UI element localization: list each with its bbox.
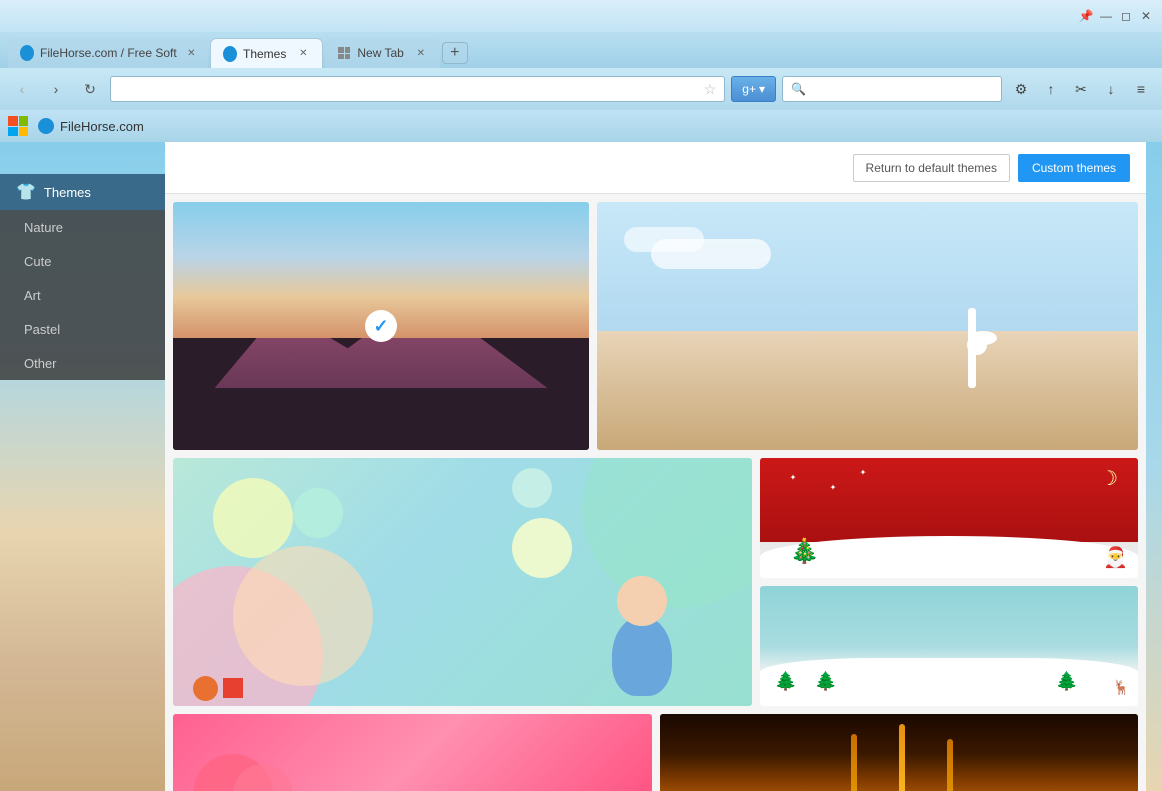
moon-icon: ☽ (1100, 466, 1118, 491)
tab-favicon-filehorse (20, 46, 34, 60)
theme-col-right: ☽ ✦ ✦ ✦ 🎄 🎅 🌲 🌲 🌲 (760, 458, 1138, 706)
ms-icon (8, 116, 28, 136)
sidebar-art-label: Art (24, 288, 41, 303)
brand-name: FileHorse.com (60, 119, 144, 134)
tab-favicon-themes (223, 47, 237, 61)
sidebar-item-themes[interactable]: 👕 Themes (0, 174, 165, 210)
themes-header: Return to default themes Custom themes (165, 142, 1146, 194)
main-area: 👕 Themes Nature Cute Art Pastel Other (0, 142, 1162, 791)
sidebar-item-other[interactable]: Other (0, 346, 165, 380)
bookmarks-bar: FileHorse.com (0, 110, 1162, 142)
tab-themes[interactable]: Themes ✕ (210, 38, 323, 68)
tab-label-newtab: New Tab (357, 46, 403, 60)
tab-filehorse[interactable]: FileHorse.com / Free Soft ✕ (8, 38, 208, 68)
theme-grid: ✓ (165, 194, 1146, 791)
menu-button[interactable]: ≡ (1128, 76, 1154, 102)
winter-tree-3: 🌲 (1056, 671, 1078, 692)
theme-pink[interactable] (173, 714, 652, 791)
maximize-button[interactable]: ◻ (1118, 8, 1134, 24)
tab-close-themes[interactable]: ✕ (296, 47, 310, 61)
upload-button[interactable]: ↑ (1038, 76, 1064, 102)
tab-newtab[interactable]: New Tab ✕ (325, 38, 439, 68)
download-button[interactable]: ↓ (1098, 76, 1124, 102)
tab-bar: FileHorse.com / Free Soft ✕ Themes ✕ New… (0, 32, 1162, 68)
extensions-button[interactable]: ⚙ (1008, 76, 1034, 102)
filehorse-logo (36, 116, 56, 136)
theme-selected-check: ✓ (365, 310, 397, 342)
refresh-button[interactable]: ↻ (76, 75, 104, 103)
title-bar: 📌 — ◻ ✕ (0, 0, 1162, 32)
sidebar-item-nature[interactable]: Nature (0, 210, 165, 244)
winter-tree-1: 🌲 (775, 671, 797, 692)
right-background (1146, 142, 1162, 791)
theme-bubbles[interactable] (173, 458, 752, 706)
sidebar-item-pastel[interactable]: Pastel (0, 312, 165, 346)
star-icon-1: ✦ (790, 473, 797, 482)
star-icon-3: ✦ (860, 468, 867, 477)
bookmark-icon[interactable]: ☆ (704, 81, 717, 98)
browser-window: 📌 — ◻ ✕ FileHorse.com / Free Soft ✕ Them… (0, 0, 1162, 791)
sidebar-themes-label: Themes (44, 185, 91, 200)
tab-label-filehorse: FileHorse.com / Free Soft (40, 46, 177, 60)
theme-row-1: ✓ (173, 202, 1138, 450)
star-icon-2: ✦ (830, 483, 837, 492)
sidebar-item-art[interactable]: Art (0, 278, 165, 312)
theme-christmas[interactable]: ☽ ✦ ✦ ✦ 🎄 🎅 (760, 458, 1138, 578)
minimize-button[interactable]: — (1098, 8, 1114, 24)
santa-icon: 🎅 (1103, 545, 1128, 570)
sleigh-icon: 🦌 (1113, 679, 1130, 696)
sidebar-cute-label: Cute (24, 254, 51, 269)
back-button[interactable]: ‹ (8, 75, 36, 103)
tab-close-newtab[interactable]: ✕ (414, 46, 428, 60)
search-icon: 🔍 (791, 82, 806, 96)
google-dropdown-icon: ▾ (759, 82, 765, 96)
custom-themes-button[interactable]: Custom themes (1018, 154, 1130, 182)
sidebar-other-label: Other (24, 356, 57, 371)
tab-close-filehorse[interactable]: ✕ (187, 46, 196, 60)
sidebar-item-cute[interactable]: Cute (0, 244, 165, 278)
theme-sunset[interactable]: ✓ (173, 202, 589, 450)
winter-tree-2: 🌲 (815, 671, 837, 692)
sidebar-header (0, 142, 165, 174)
theme-lantern[interactable] (660, 714, 1139, 791)
tab-label-themes: Themes (243, 47, 286, 61)
new-tab-button[interactable]: + (442, 42, 468, 64)
theme-row-2: ☽ ✦ ✦ ✦ 🎄 🎅 🌲 🌲 🌲 (173, 458, 1138, 706)
search-box[interactable]: 🔍 (782, 76, 1002, 102)
pin-button[interactable]: 📌 (1078, 8, 1094, 24)
sidebar-pastel-label: Pastel (24, 322, 60, 337)
tab-favicon-newtab (337, 46, 351, 60)
google-account-button[interactable]: g+ ▾ (731, 76, 776, 102)
content-panel: Return to default themes Custom themes ✓ (165, 142, 1146, 791)
sidebar-nature-label: Nature (24, 220, 63, 235)
toolbar-icons: ⚙ ↑ ✂ ↓ ≡ (1008, 76, 1154, 102)
google-icon: g+ (742, 82, 756, 96)
checkmark-icon: ✓ (374, 316, 389, 337)
sidebar: 👕 Themes Nature Cute Art Pastel Other (0, 142, 165, 791)
forward-button[interactable]: › (42, 75, 70, 103)
themes-icon: 👕 (16, 182, 36, 202)
theme-row-3 (173, 714, 1138, 791)
sidebar-menu: 👕 Themes Nature Cute Art Pastel Other (0, 174, 165, 380)
scissors-button[interactable]: ✂ (1068, 76, 1094, 102)
return-default-button[interactable]: Return to default themes (853, 154, 1010, 182)
address-bar: ‹ › ↻ ☆ g+ ▾ 🔍 ⚙ ↑ ✂ ↓ ≡ (0, 68, 1162, 110)
xmas-tree-icon: 🎄 (790, 537, 820, 566)
address-input-wrap: ☆ (110, 76, 725, 102)
theme-beach[interactable] (597, 202, 1138, 450)
close-button[interactable]: ✕ (1138, 8, 1154, 24)
title-bar-controls: 📌 — ◻ ✕ (1078, 8, 1154, 24)
theme-winter[interactable]: 🌲 🌲 🌲 🦌 (760, 586, 1138, 706)
